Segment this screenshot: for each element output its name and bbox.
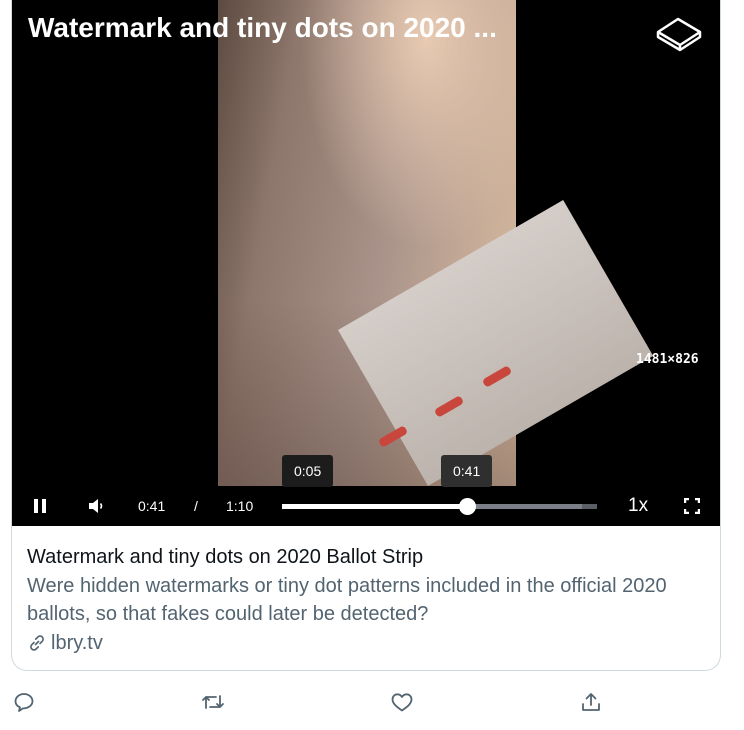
resolution-label: 1481×826 — [636, 352, 699, 367]
reply-button[interactable] — [6, 684, 42, 720]
hover-time-tooltip: 0:05 — [282, 455, 334, 487]
played-bar — [282, 504, 467, 509]
tweet-actions — [0, 684, 744, 720]
volume-button[interactable] — [88, 489, 106, 523]
seek-handle[interactable] — [458, 498, 476, 515]
like-icon — [391, 693, 413, 712]
player-controls: 0:41 / 1:10 1x — [12, 489, 720, 523]
fullscreen-button[interactable] — [684, 489, 700, 523]
seek-bar[interactable] — [282, 498, 597, 515]
volume-icon — [89, 499, 103, 513]
share-button[interactable] — [573, 684, 609, 720]
retweet-icon — [202, 695, 224, 709]
card-domain-text: lbry.tv — [51, 632, 103, 654]
card-description-line: ballots, so that fakes could later be de… — [27, 603, 429, 625]
current-time: 0:41 — [138, 498, 166, 514]
card-description-line: Were hidden watermarks or tiny dot patte… — [27, 575, 667, 597]
share-icon — [582, 693, 600, 711]
duration: 1:10 — [226, 498, 254, 514]
card-meta[interactable]: Watermark and tiny dots on 2020 Ballot S… — [27, 545, 707, 655]
reply-icon — [14, 693, 34, 712]
card-description: Were hidden watermarks or tiny dot patte… — [27, 572, 707, 628]
link-icon — [30, 635, 44, 651]
video-frame[interactable] — [218, 0, 654, 486]
playback-rate-button[interactable]: 1x — [628, 489, 648, 523]
time-separator: / — [194, 498, 198, 514]
fullscreen-icon — [684, 498, 700, 514]
card-title[interactable]: Watermark and tiny dots on 2020 Ballot S… — [27, 545, 707, 569]
retweet-button[interactable] — [195, 684, 231, 720]
card-domain[interactable]: lbry.tv — [27, 631, 707, 655]
link-card[interactable]: Watermark and tiny dots on 2020 ... 1481… — [11, 0, 721, 671]
lbry-cube-icon[interactable] — [654, 12, 704, 52]
video-title[interactable]: Watermark and tiny dots on 2020 ... — [28, 12, 497, 44]
current-time-tooltip: 0:41 — [441, 455, 493, 487]
pause-icon — [34, 499, 46, 513]
like-button[interactable] — [384, 684, 420, 720]
pause-button[interactable] — [32, 489, 48, 523]
video-player[interactable]: Watermark and tiny dots on 2020 ... 1481… — [12, 0, 720, 526]
